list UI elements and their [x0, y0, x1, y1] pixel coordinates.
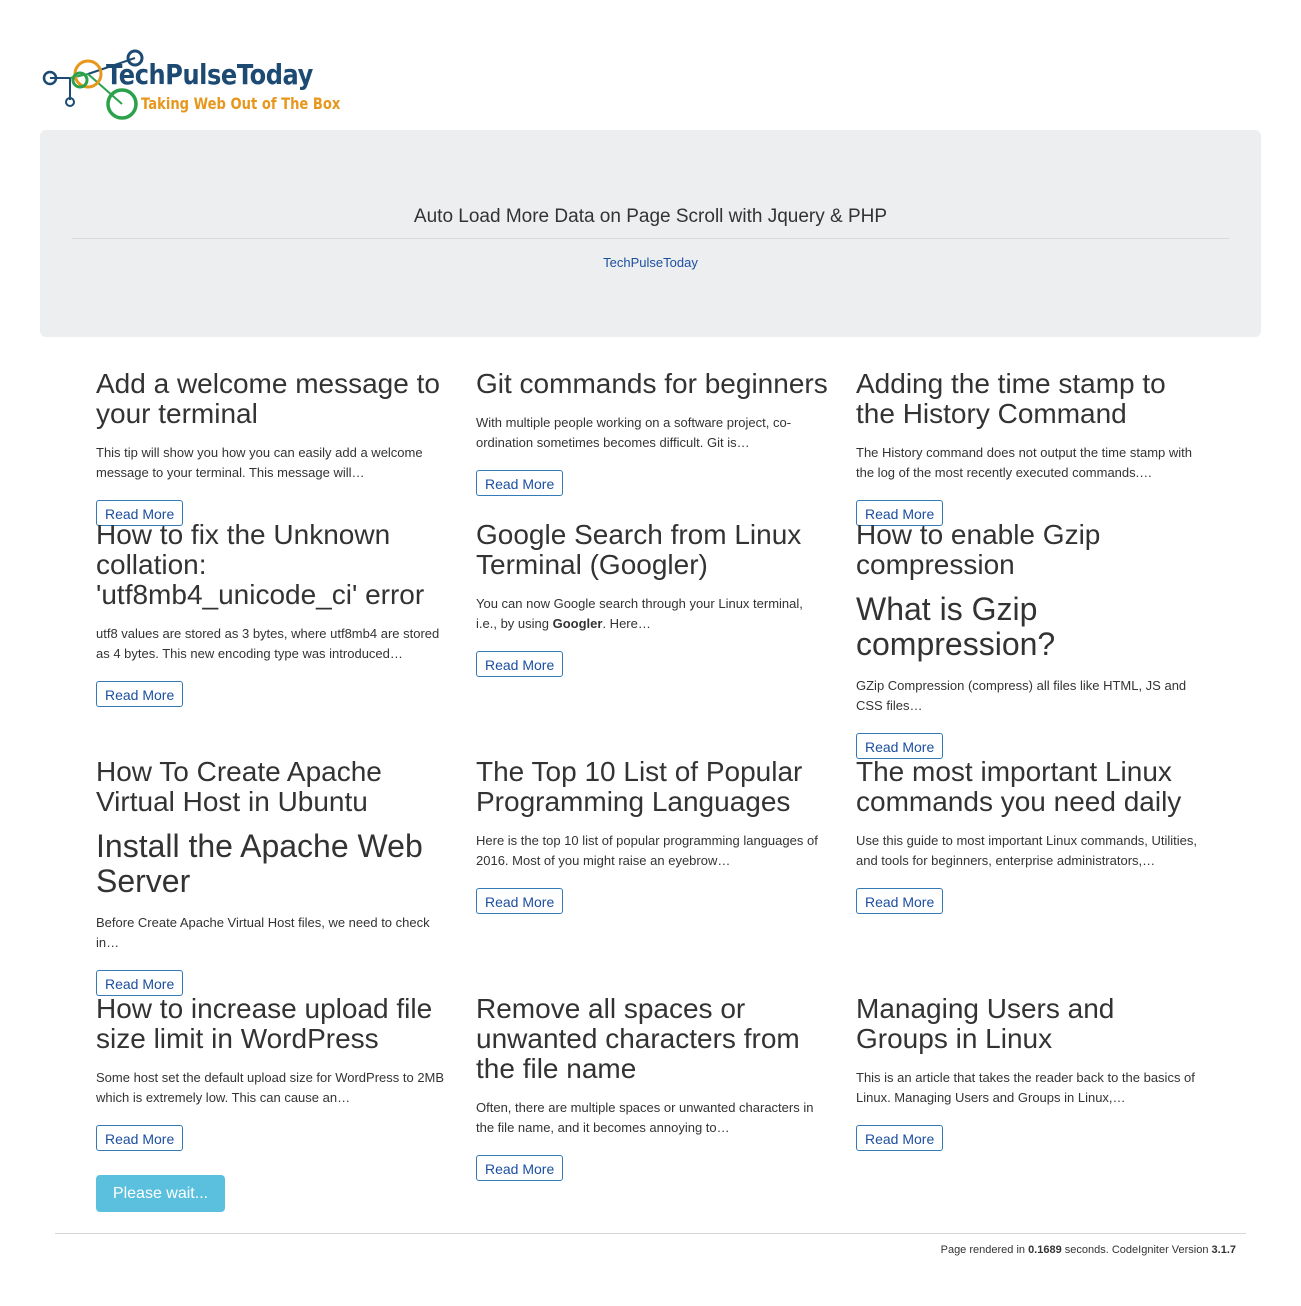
post-excerpt: This is an article that takes the reader…	[856, 1070, 1195, 1105]
post-card: Adding the time stamp to the History Com…	[856, 369, 1211, 526]
post-excerpt: Some host set the default upload size fo…	[96, 1070, 445, 1105]
post-excerpt: Use this guide to most important Linux c…	[856, 833, 1198, 868]
render-time: 0.1689	[1028, 1244, 1062, 1256]
post-title[interactable]: How to enable Gzip compression	[856, 520, 1211, 580]
header-divider	[72, 238, 1229, 239]
post-title[interactable]: Managing Users and Groups in Linux	[856, 994, 1211, 1054]
post-excerpt: You can now Google search through your L…	[476, 594, 826, 634]
post-title[interactable]: Add a welcome message to your terminal	[96, 369, 451, 429]
post-title[interactable]: How To Create Apache Virtual Host in Ubu…	[96, 757, 451, 817]
post-title[interactable]: Google Search from Linux Terminal (Googl…	[476, 520, 831, 580]
footer-divider	[55, 1233, 1246, 1234]
post-card: How to enable Gzip compression What is G…	[856, 520, 1211, 759]
codeigniter-version: 3.1.7	[1211, 1244, 1236, 1256]
post-title[interactable]: The Top 10 List of Popular Programming L…	[476, 757, 831, 817]
post-card: Google Search from Linux Terminal (Googl…	[476, 520, 831, 677]
read-more-button[interactable]: Read More	[96, 681, 184, 707]
render-info-middle: seconds. CodeIgniter Version	[1061, 1244, 1212, 1256]
post-excerpt: GZip Compression (compress) all files li…	[856, 678, 1187, 713]
post-card: The most important Linux commands you ne…	[856, 757, 1211, 914]
post-subheading: What is Gzip compression?	[856, 591, 1056, 662]
post-card: How to increase upload file size limit i…	[96, 994, 451, 1151]
read-more-button[interactable]: Read More	[476, 651, 564, 677]
excerpt-text: . Here…	[602, 616, 651, 631]
post-card: How to fix the Unknown collation: 'utf8m…	[96, 520, 451, 707]
site-link[interactable]: TechPulseToday	[40, 255, 1261, 270]
render-info-prefix: Page rendered in	[940, 1244, 1029, 1256]
header-banner: Auto Load More Data on Page Scroll with …	[40, 130, 1261, 337]
post-excerpt: With multiple people working on a softwa…	[476, 415, 792, 450]
post-card: How To Create Apache Virtual Host in Ubu…	[96, 757, 451, 996]
post-card: Git commands for beginners With multiple…	[476, 369, 831, 496]
read-more-button[interactable]: Read More	[96, 1125, 184, 1151]
site-logo[interactable]: TechPulseToday Taking Web Out of The Box	[40, 44, 340, 126]
load-more-button[interactable]: Please wait...	[96, 1175, 225, 1212]
page-title: Auto Load More Data on Page Scroll with …	[413, 206, 888, 227]
post-title[interactable]: Remove all spaces or unwanted characters…	[476, 994, 831, 1084]
post-card: Managing Users and Groups in Linux This …	[856, 994, 1211, 1151]
post-card: Add a welcome message to your terminal T…	[96, 369, 451, 526]
post-excerpt: Before Create Apache Virtual Host files,…	[96, 915, 430, 950]
post-subheading: Install the Apache Web Server	[96, 828, 423, 899]
post-excerpt: This tip will show you how you can easil…	[96, 445, 423, 480]
read-more-button[interactable]: Read More	[476, 888, 564, 914]
post-title[interactable]: How to fix the Unknown collation: 'utf8m…	[96, 520, 451, 610]
logo-title: TechPulseToday	[106, 58, 313, 91]
post-title[interactable]: How to increase upload file size limit i…	[96, 994, 451, 1054]
post-excerpt: utf8 values are stored as 3 bytes, where…	[96, 626, 440, 661]
render-info: Page rendered in 0.1689 seconds. CodeIgn…	[941, 1244, 1236, 1256]
post-title[interactable]: Git commands for beginners	[476, 369, 831, 399]
post-excerpt: Often, there are multiple spaces or unwa…	[476, 1100, 814, 1135]
post-title[interactable]: Adding the time stamp to the History Com…	[856, 369, 1211, 429]
post-card: The Top 10 List of Popular Programming L…	[476, 757, 831, 914]
post-excerpt: Here is the top 10 list of popular progr…	[476, 833, 818, 868]
logo-tagline: Taking Web Out of The Box	[141, 94, 341, 113]
excerpt-bold: Googler	[552, 616, 603, 631]
read-more-button[interactable]: Read More	[856, 1125, 944, 1151]
read-more-button[interactable]: Read More	[856, 888, 944, 914]
post-card: Remove all spaces or unwanted characters…	[476, 994, 831, 1181]
read-more-button[interactable]: Read More	[476, 470, 564, 496]
read-more-button[interactable]: Read More	[476, 1155, 564, 1181]
post-title[interactable]: The most important Linux commands you ne…	[856, 757, 1211, 817]
post-excerpt: The History command does not output the …	[856, 445, 1192, 480]
